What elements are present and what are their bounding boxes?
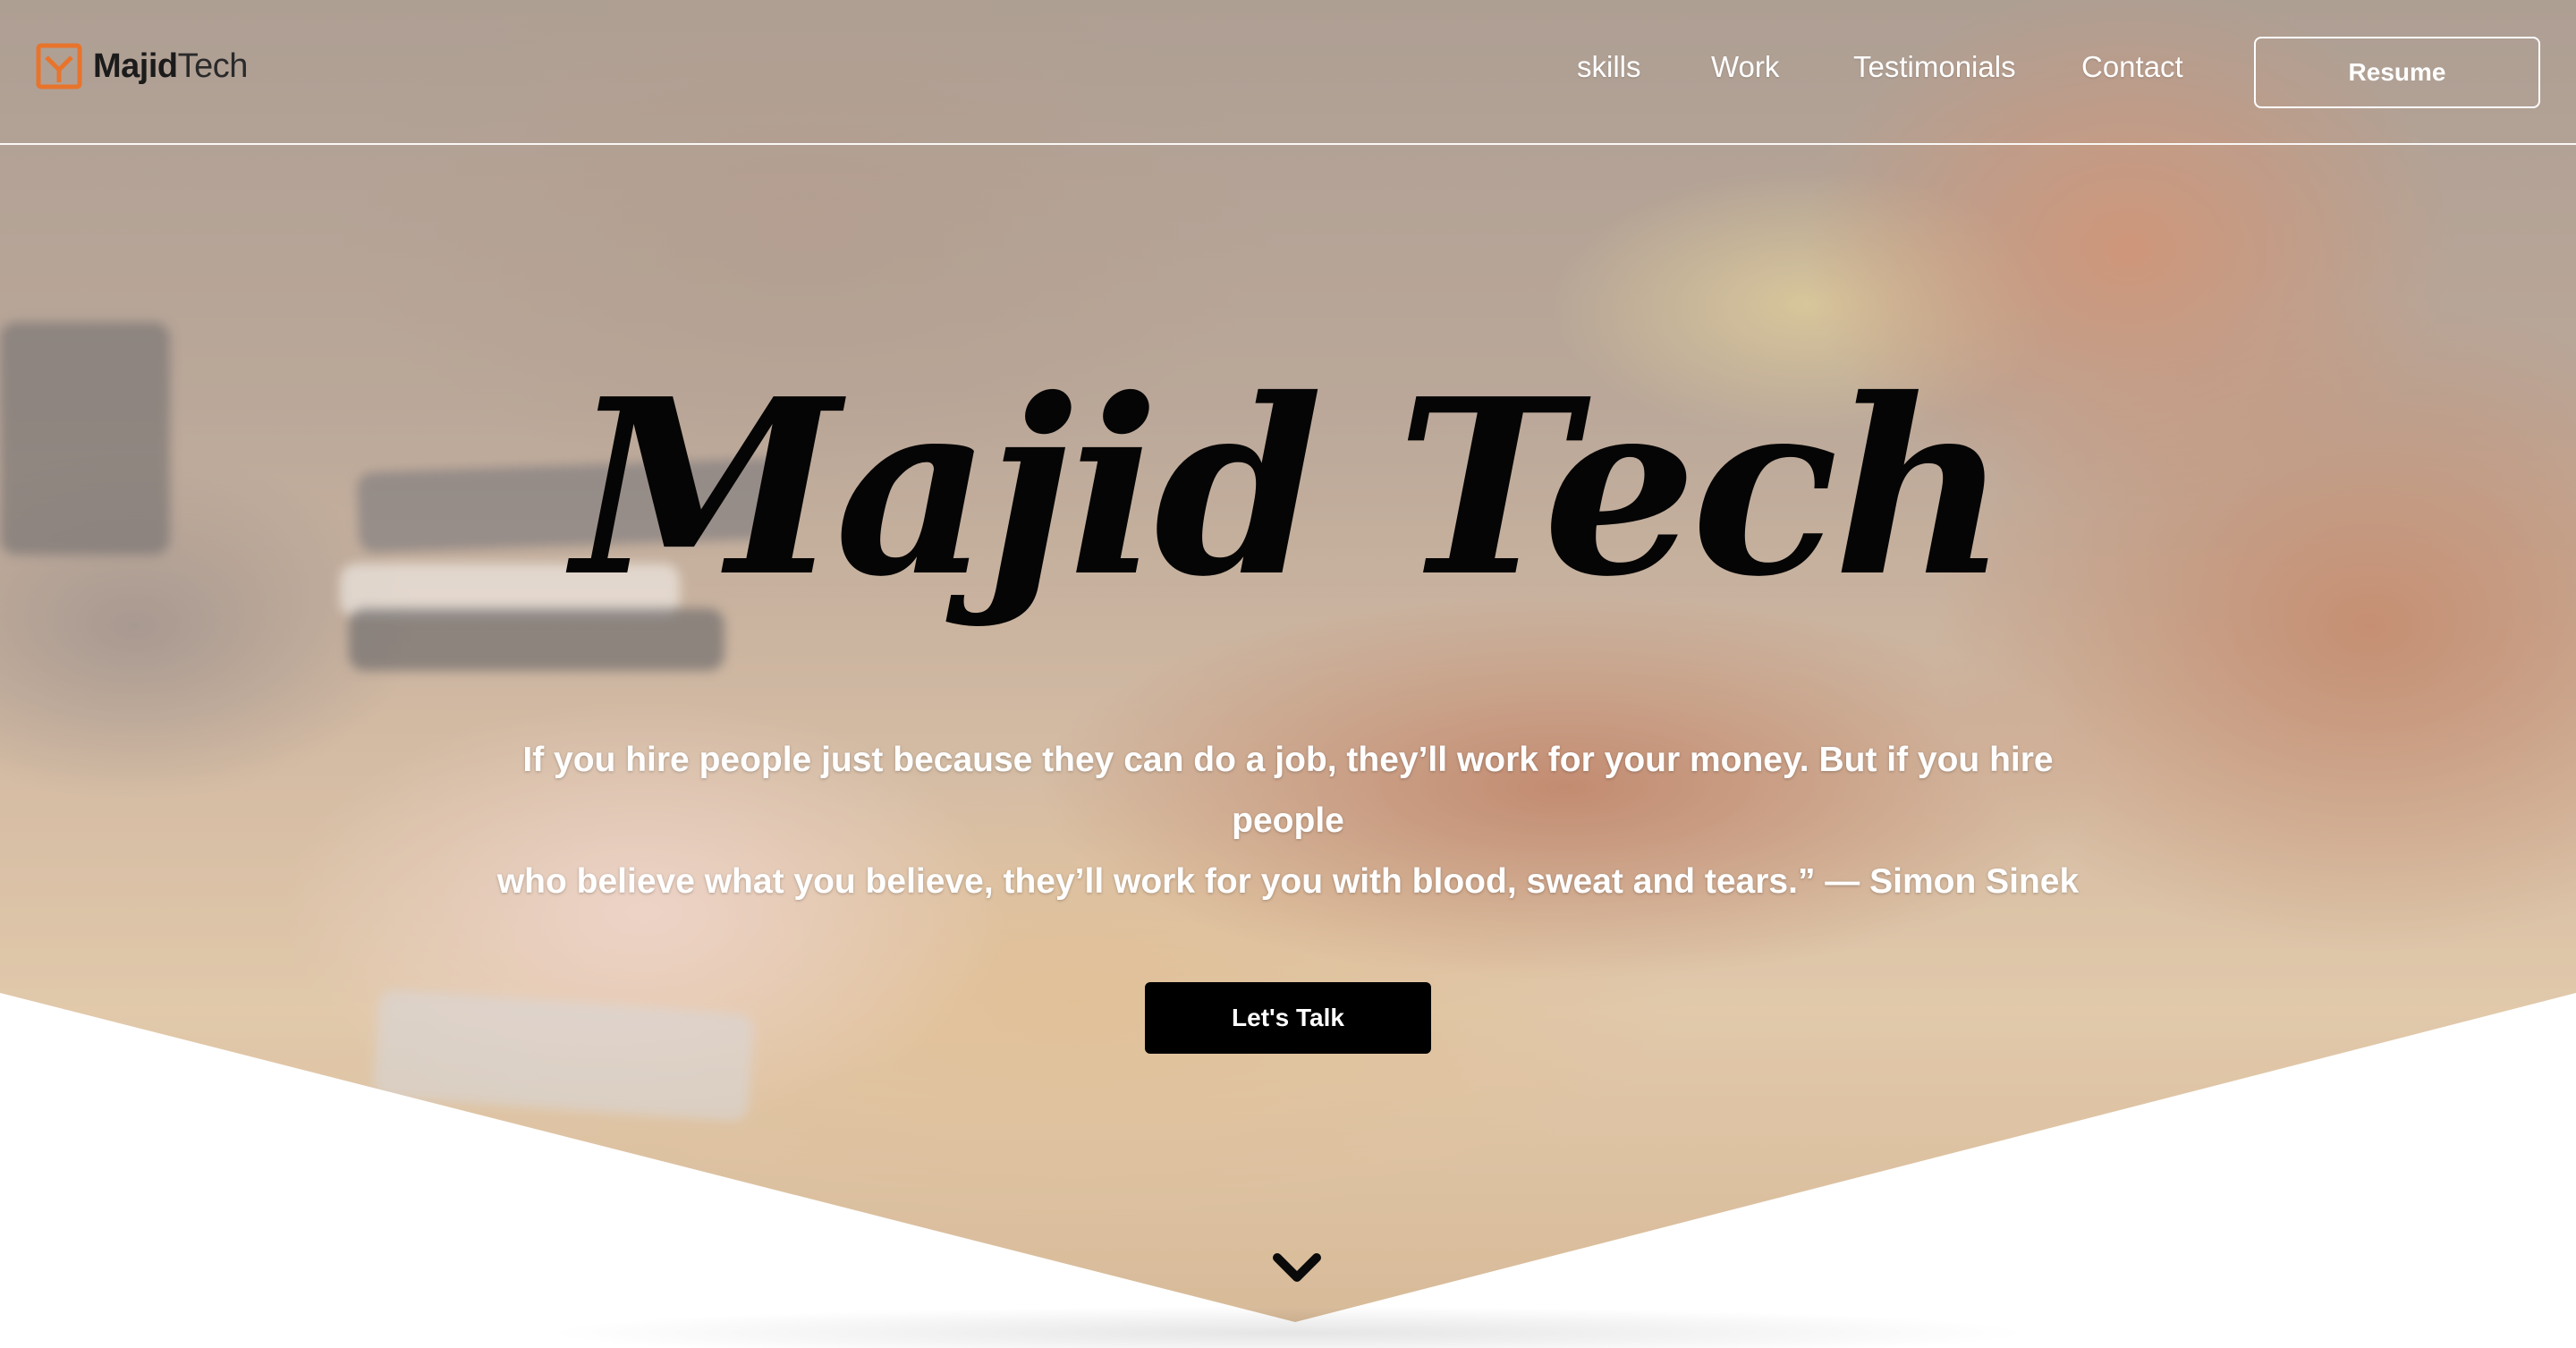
lets-talk-button[interactable]: Let's Talk — [1145, 982, 1431, 1054]
brand-name-bold: Majid — [93, 47, 178, 85]
majidtech-logo-icon — [36, 43, 82, 89]
hero-quote: If you hire people just because they can… — [483, 730, 2093, 912]
hero-section — [0, 0, 2576, 1348]
top-navbar: MajidTech skills Work Testimonials Conta… — [0, 0, 2576, 145]
next-section-shadow — [537, 1306, 2039, 1348]
nav-link-work[interactable]: Work — [1711, 50, 1779, 84]
hero-title: Majid Tech — [572, 345, 2008, 630]
nav-link-skills[interactable]: skills — [1577, 50, 1641, 84]
nav-link-testimonials[interactable]: Testimonials — [1853, 50, 2016, 84]
chevron-down-icon[interactable] — [1268, 1247, 1326, 1290]
page: MajidTech skills Work Testimonials Conta… — [0, 0, 2576, 1348]
brand-logo[interactable]: MajidTech — [36, 43, 248, 89]
hero-quote-line-2: who believe what you believe, they’ll wo… — [496, 862, 2080, 901]
nav-link-contact[interactable]: Contact — [2081, 50, 2183, 84]
hero-quote-line-1: If you hire people just because they can… — [522, 741, 2054, 840]
brand-name-light: Tech — [177, 47, 249, 85]
brand-name: MajidTech — [93, 47, 248, 86]
resume-button[interactable]: Resume — [2254, 37, 2540, 108]
hero-bottom-divider — [0, 993, 2576, 1348]
